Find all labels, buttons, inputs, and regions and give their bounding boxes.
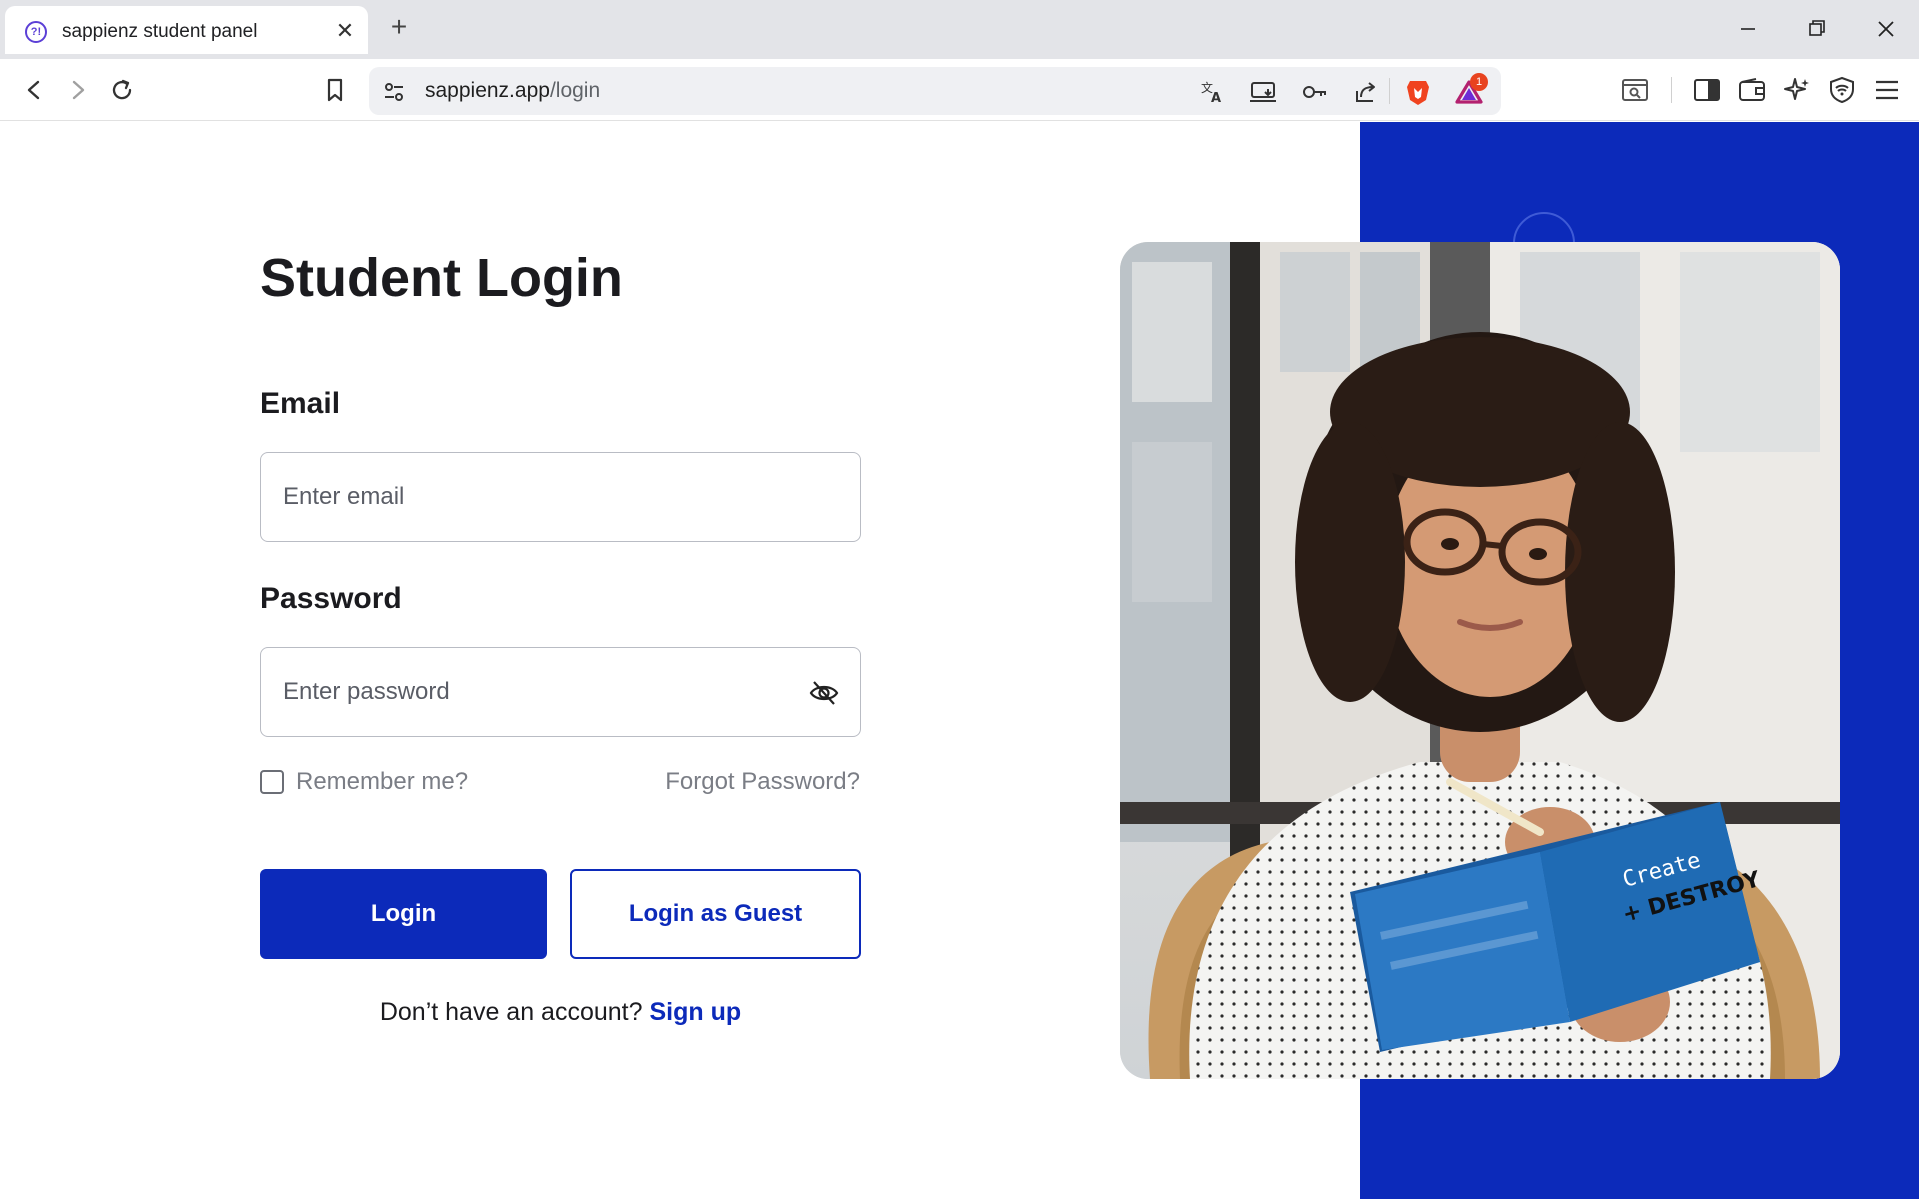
- remember-me-label[interactable]: Remember me?: [296, 768, 468, 796]
- rewards-badge: 1: [1470, 73, 1488, 91]
- tab-title: sappienz student panel: [62, 21, 258, 42]
- ai-sparkle-icon[interactable]: [1780, 73, 1814, 107]
- no-account-text: Don’t have an account?: [379, 998, 643, 1026]
- hide-password-icon[interactable]: [808, 677, 840, 709]
- page-title: Student Login: [260, 248, 623, 308]
- restore-window-icon[interactable]: [1797, 12, 1837, 46]
- student-with-notebook-photo: Create + DESTROY: [1120, 242, 1840, 1079]
- signup-prompt: Don’t have an account? Sign up: [260, 998, 861, 1027]
- vpn-shield-icon[interactable]: [1825, 73, 1859, 107]
- share-icon[interactable]: [1351, 77, 1381, 107]
- sign-up-link[interactable]: Sign up: [649, 998, 741, 1026]
- email-field-box[interactable]: [260, 452, 861, 542]
- install-app-icon[interactable]: [1249, 77, 1279, 107]
- browser-tab-strip: ?! sappienz student panel ✕ +: [0, 0, 1919, 59]
- brave-rewards-icon[interactable]: 1: [1454, 73, 1488, 107]
- login-page: Student Login Email Password Remember me…: [0, 122, 1919, 1199]
- site-settings-icon[interactable]: [379, 77, 409, 107]
- sidebar-icon[interactable]: [1690, 73, 1724, 107]
- forward-arrow-icon[interactable]: [61, 73, 95, 107]
- hamburger-menu-icon[interactable]: [1870, 73, 1904, 107]
- password-field[interactable]: [283, 648, 783, 736]
- translate-icon[interactable]: 文A: [1198, 77, 1228, 107]
- close-window-icon[interactable]: [1866, 12, 1906, 46]
- site-favicon-icon: ?!: [25, 21, 47, 43]
- reader-mode-icon[interactable]: [1618, 73, 1652, 107]
- toolbar-separator: [1389, 78, 1390, 104]
- wallet-icon[interactable]: [1735, 73, 1769, 107]
- minimize-window-icon[interactable]: [1728, 12, 1768, 46]
- key-icon[interactable]: [1300, 77, 1330, 107]
- browser-tab[interactable]: ?! sappienz student panel ✕: [5, 6, 368, 54]
- url-text[interactable]: sappienz.app/login: [425, 79, 600, 103]
- address-bar[interactable]: sappienz.app/login 文A 1: [369, 67, 1501, 115]
- brave-lion-icon[interactable]: [1403, 77, 1433, 107]
- new-tab-icon[interactable]: +: [385, 13, 413, 42]
- remember-me-checkbox[interactable]: [260, 770, 284, 794]
- login-button[interactable]: Login: [260, 869, 547, 959]
- back-arrow-icon[interactable]: [17, 73, 51, 107]
- bookmark-icon[interactable]: [318, 73, 352, 107]
- password-field-box[interactable]: [260, 647, 861, 737]
- login-as-guest-button[interactable]: Login as Guest: [570, 869, 861, 959]
- password-label: Password: [260, 582, 402, 615]
- email-field[interactable]: [283, 453, 783, 541]
- forgot-password-link[interactable]: Forgot Password?: [665, 765, 860, 799]
- browser-toolbar: sappienz.app/login 文A 1: [0, 59, 1919, 121]
- svg-text:A: A: [1211, 91, 1221, 105]
- email-label: Email: [260, 387, 341, 420]
- remember-me[interactable]: Remember me?: [260, 765, 468, 799]
- reload-icon[interactable]: [105, 73, 139, 107]
- toolbar-separator: [1671, 77, 1672, 103]
- tab-close-icon[interactable]: ✕: [332, 18, 358, 44]
